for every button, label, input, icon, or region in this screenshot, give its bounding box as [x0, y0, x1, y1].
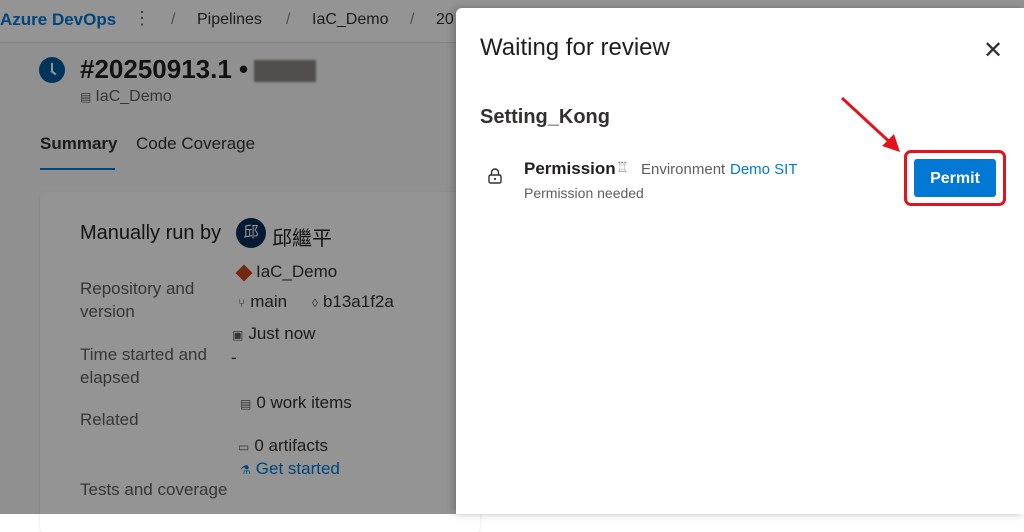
- review-panel: Waiting for review ✕ Setting_Kong Permis…: [456, 8, 1024, 514]
- lock-icon: [488, 168, 502, 184]
- permit-button[interactable]: Permit: [914, 159, 996, 197]
- check-title: Permission: [524, 159, 616, 178]
- red-arrow-annotation: [840, 96, 900, 152]
- environment-label: Environment: [641, 161, 726, 178]
- panel-title: Waiting for review: [480, 34, 670, 61]
- environment-link[interactable]: Demo SIT: [730, 161, 798, 178]
- check-status: Permission needed: [524, 185, 644, 201]
- stage-name: Setting_Kong: [480, 106, 610, 128]
- environment-icon: ♖: [616, 159, 629, 175]
- close-icon[interactable]: ✕: [980, 38, 1006, 64]
